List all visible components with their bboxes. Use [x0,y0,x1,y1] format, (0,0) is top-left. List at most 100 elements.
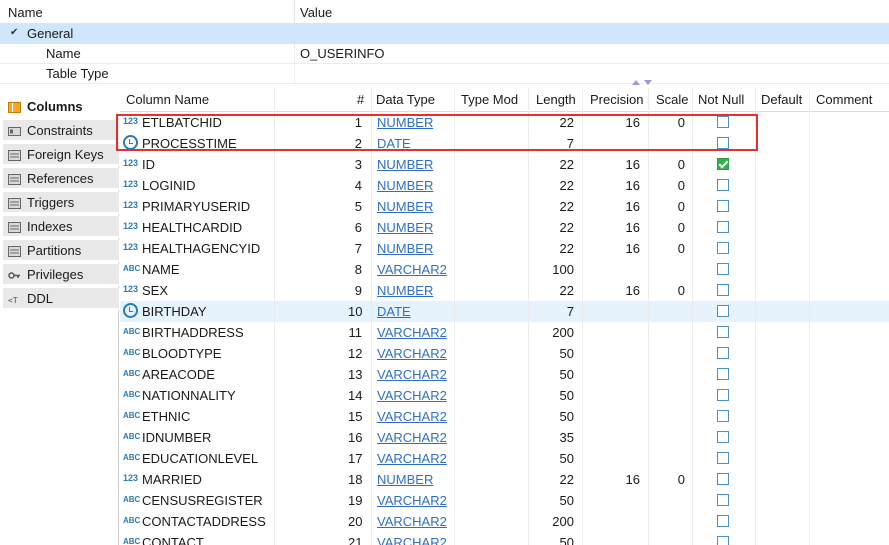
column-header-comment[interactable]: Comment [816,92,872,107]
column-name-cell: SEX [142,283,169,298]
table-row[interactable]: ABC BLOODTYPE 12 VARCHAR2 50 [120,343,889,364]
not-null-checkbox[interactable] [717,242,729,254]
tab-privileges[interactable]: Privileges [3,264,119,286]
length-cell: 200 [552,325,574,340]
length-cell: 22 [559,178,574,193]
properties-name-header[interactable]: Name [8,5,43,20]
not-null-checkbox[interactable] [717,179,729,191]
column-header-scale[interactable]: Scale [656,92,689,107]
not-null-checkbox[interactable] [717,431,729,443]
not-null-checkbox[interactable] [717,473,729,485]
table-row[interactable]: 123 SEX 9 NUMBER 22 16 0 [120,280,889,301]
not-null-checkbox[interactable] [717,284,729,296]
table-row[interactable]: ABC CONTACTADDRESS 20 VARCHAR2 200 [120,511,889,532]
tab-columns[interactable]: Columns [3,96,119,118]
properties-value-header[interactable]: Value [300,5,332,20]
data-type-link[interactable]: VARCHAR2 [377,325,447,340]
table-row[interactable]: BIRTHDAY 10 DATE 7 [120,301,889,322]
data-type-link[interactable]: VARCHAR2 [377,430,447,445]
data-type-link[interactable]: NUMBER [377,157,433,172]
table-row[interactable]: 123 ETLBATCHID 1 NUMBER 22 16 0 [120,112,889,133]
data-type-link[interactable]: NUMBER [377,220,433,235]
table-row[interactable]: 123 ID 3 NUMBER 22 16 0 [120,154,889,175]
not-null-checkbox[interactable] [717,389,729,401]
not-null-checkbox[interactable] [717,347,729,359]
data-type-link[interactable]: VARCHAR2 [377,388,447,403]
column-header-type-mod[interactable]: Type Mod [461,92,518,107]
expand-down-icon[interactable] [644,80,652,85]
data-type-link[interactable]: VARCHAR2 [377,493,447,508]
table-row[interactable]: 123 MARRIED 18 NUMBER 22 16 0 [120,469,889,490]
table-row[interactable]: ABC IDNUMBER 16 VARCHAR2 35 [120,427,889,448]
data-type-link[interactable]: VARCHAR2 [377,409,447,424]
tab-ddl[interactable]: <T DDL [3,288,119,310]
not-null-checkbox[interactable] [717,410,729,422]
not-null-checkbox[interactable] [717,116,729,128]
data-type-link[interactable]: NUMBER [377,241,433,256]
data-type-link[interactable]: DATE [377,136,411,151]
not-null-checkbox[interactable] [717,137,729,149]
tab-triggers[interactable]: Triggers [3,192,119,214]
not-null-checkbox[interactable] [717,368,729,380]
table-row[interactable]: ABC ETHNIC 15 VARCHAR2 50 [120,406,889,427]
table-row[interactable]: ABC BIRTHADDRESS 11 VARCHAR2 200 [120,322,889,343]
data-type-link[interactable]: NUMBER [377,115,433,130]
not-null-checkbox[interactable] [717,494,729,506]
chevron-down-icon[interactable]: ✔ [10,27,18,38]
not-null-checkbox[interactable] [717,452,729,464]
column-header-not-null[interactable]: Not Null [698,92,744,107]
data-type-link[interactable]: VARCHAR2 [377,451,447,466]
data-type-link[interactable]: VARCHAR2 [377,535,447,545]
tab-partitions[interactable]: Partitions [3,240,119,262]
table-row[interactable]: 123 HEALTHCARDID 6 NUMBER 22 16 0 [120,217,889,238]
property-row-name[interactable]: Name O_USERINFO [0,44,889,64]
data-type-link[interactable]: NUMBER [377,472,433,487]
tab-references[interactable]: References [3,168,119,190]
tab-indexes[interactable]: Indexes [3,216,119,238]
column-header-length[interactable]: Length [536,92,576,107]
property-row-table-type[interactable]: Table Type [0,64,889,84]
not-null-checkbox[interactable] [717,305,729,317]
data-type-link[interactable]: VARCHAR2 [377,346,447,361]
data-type-link[interactable]: VARCHAR2 [377,514,447,529]
tab-foreign-keys[interactable]: Foreign Keys [3,144,119,166]
table-row[interactable]: PROCESSTIME 2 DATE 7 [120,133,889,154]
table-row[interactable]: 123 LOGINID 4 NUMBER 22 16 0 [120,175,889,196]
collapse-up-icon[interactable] [632,80,640,85]
splitter-arrows[interactable] [630,80,658,86]
table-row[interactable]: ABC EDUCATIONLEVEL 17 VARCHAR2 50 [120,448,889,469]
table-row[interactable]: ABC NATIONNALITY 14 VARCHAR2 50 [120,385,889,406]
column-index-cell: 1 [354,115,362,130]
not-null-checkbox[interactable] [717,515,729,527]
tab-constraints[interactable]: Constraints [3,120,119,142]
column-header-[interactable]: # [357,92,364,107]
not-null-checkbox[interactable] [717,221,729,233]
table-row[interactable]: ABC AREACODE 13 VARCHAR2 50 [120,364,889,385]
trigger-icon [8,197,21,209]
date-type-icon [123,135,138,150]
table-row[interactable]: ABC CONTACT 21 VARCHAR2 50 [120,532,889,545]
column-header-data-type[interactable]: Data Type [376,92,435,107]
general-group-header[interactable]: ✔ General [0,24,889,44]
data-type-link[interactable]: NUMBER [377,283,433,298]
table-row[interactable]: ABC NAME 8 VARCHAR2 100 [120,259,889,280]
data-type-link[interactable]: NUMBER [377,199,433,214]
not-null-checkbox[interactable] [717,536,729,545]
not-null-checkbox[interactable] [717,158,729,170]
table-row[interactable]: 123 PRIMARYUSERID 5 NUMBER 22 16 0 [120,196,889,217]
not-null-checkbox[interactable] [717,326,729,338]
table-row[interactable]: ABC CENSUSREGISTER 19 VARCHAR2 50 [120,490,889,511]
data-type-link[interactable]: VARCHAR2 [377,367,447,382]
column-index-cell: 17 [348,451,363,466]
properties-header: Name Value [0,0,889,24]
column-header-precision[interactable]: Precision [590,92,643,107]
property-value[interactable]: O_USERINFO [300,46,385,61]
data-type-link[interactable]: DATE [377,304,411,319]
data-type-link[interactable]: NUMBER [377,178,433,193]
not-null-checkbox[interactable] [717,200,729,212]
data-type-link[interactable]: VARCHAR2 [377,262,447,277]
not-null-checkbox[interactable] [717,263,729,275]
table-row[interactable]: 123 HEALTHAGENCYID 7 NUMBER 22 16 0 [120,238,889,259]
column-header-column-name[interactable]: Column Name [126,92,209,107]
column-header-default[interactable]: Default [761,92,802,107]
